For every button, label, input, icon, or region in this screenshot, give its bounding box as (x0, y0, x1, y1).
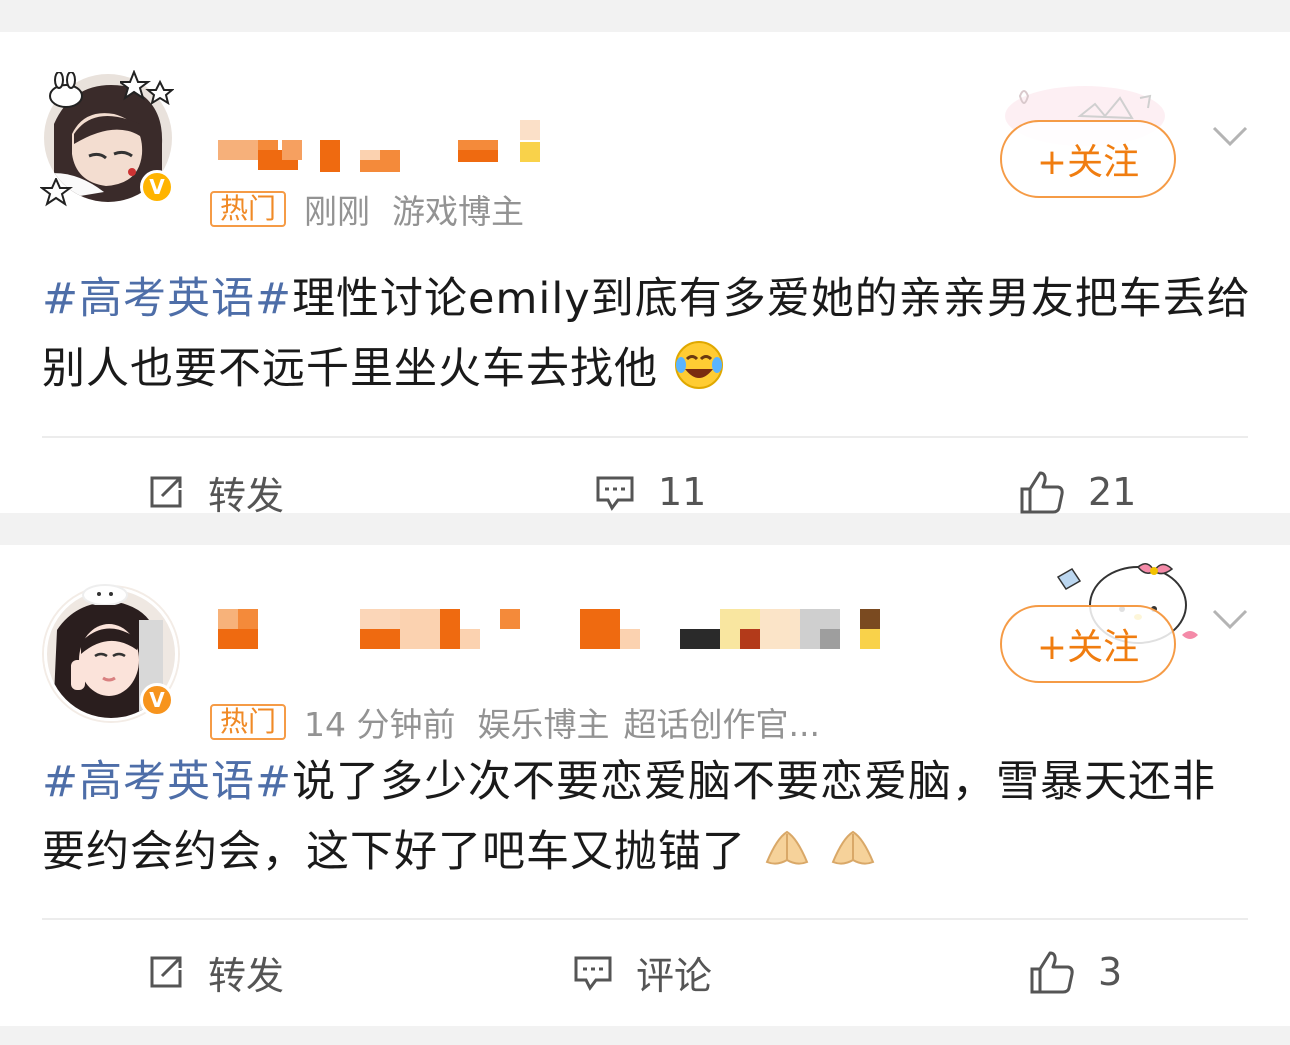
top-gap (0, 0, 1290, 32)
comment-label: 评论 (636, 953, 713, 998)
feed-post[interactable]: V 热门 刚刚 游戏博主 +关注 #高考英语#理性讨论emily到底有多爱她的亲… (0, 32, 1290, 518)
like-button[interactable]: 21 (1018, 462, 1136, 522)
like-count: 21 (1088, 470, 1137, 514)
divider (42, 436, 1248, 438)
verified-badge-icon: V (140, 683, 174, 717)
feed-post[interactable]: V 热门 14 分钟前 娱乐博主 超话创作官... +关注 #高考英语#说了多少… (0, 545, 1290, 1026)
star-sticker-icon (40, 178, 73, 207)
comment-icon (596, 476, 634, 511)
author-role: 娱乐博主 (477, 705, 610, 744)
post-meta: 热门 14 分钟前 娱乐博主 超话创作官... (210, 698, 820, 746)
comment-icon (574, 956, 612, 991)
follow-button[interactable]: +关注 (1000, 605, 1176, 683)
author-role: 游戏博主 (392, 192, 525, 231)
repost-label: 转发 (208, 473, 285, 518)
comment-count: 11 (658, 470, 707, 514)
chevron-down-icon[interactable] (1212, 607, 1248, 631)
avatar[interactable]: V (40, 583, 178, 721)
bunny-sticker-icon (49, 72, 83, 108)
like-icon (1020, 471, 1064, 514)
follow-button[interactable]: +关注 (1000, 120, 1176, 198)
cloud-sticker-icon (82, 584, 128, 605)
comment-button[interactable]: 11 (594, 462, 706, 522)
pray-hands-emoji-icon (765, 830, 808, 865)
chevron-down-icon[interactable] (1212, 124, 1248, 148)
action-bar: 转发 11 21 (0, 462, 1290, 522)
repost-icon (150, 956, 182, 988)
verified-badge-icon: V (140, 170, 174, 204)
username-redacted[interactable] (218, 120, 918, 172)
topic-link[interactable]: #高考英语# (42, 757, 292, 807)
like-icon (1030, 951, 1074, 994)
post-text[interactable]: #高考英语#理性讨论emily到底有多爱她的亲亲男友把车丢给别人也要不远千里坐火… (42, 264, 1252, 404)
like-button[interactable]: 3 (1028, 942, 1122, 1002)
avatar[interactable]: V (40, 70, 176, 207)
topic-link[interactable]: #高考英语# (42, 274, 292, 324)
like-count: 3 (1098, 950, 1123, 994)
username-redacted[interactable] (218, 609, 918, 661)
pray-hands-emoji-icon (832, 830, 875, 865)
comment-button[interactable]: 评论 (572, 942, 712, 1002)
repost-label: 转发 (208, 953, 285, 998)
post-time: 14 分钟前 (304, 705, 456, 744)
hot-tag: 热门 (210, 704, 287, 740)
star-sticker-icon (120, 70, 174, 106)
post-meta: 热门 刚刚 游戏博主 (210, 185, 524, 233)
repost-button[interactable]: 转发 (146, 462, 284, 522)
action-bar: 转发 评论 3 (0, 942, 1290, 1002)
laughing-crying-emoji-icon (674, 341, 723, 389)
post-text[interactable]: #高考英语#说了多少次不要恋爱脑不要恋爱脑，雪暴天还非要约会约会，这下好了吧车又… (42, 747, 1252, 887)
hot-tag: 热门 (210, 191, 287, 227)
post-time: 刚刚 (304, 192, 371, 231)
repost-icon (150, 476, 182, 508)
author-extra: 超话创作官... (623, 705, 820, 744)
repost-button[interactable]: 转发 (146, 942, 284, 1002)
divider (42, 918, 1248, 920)
